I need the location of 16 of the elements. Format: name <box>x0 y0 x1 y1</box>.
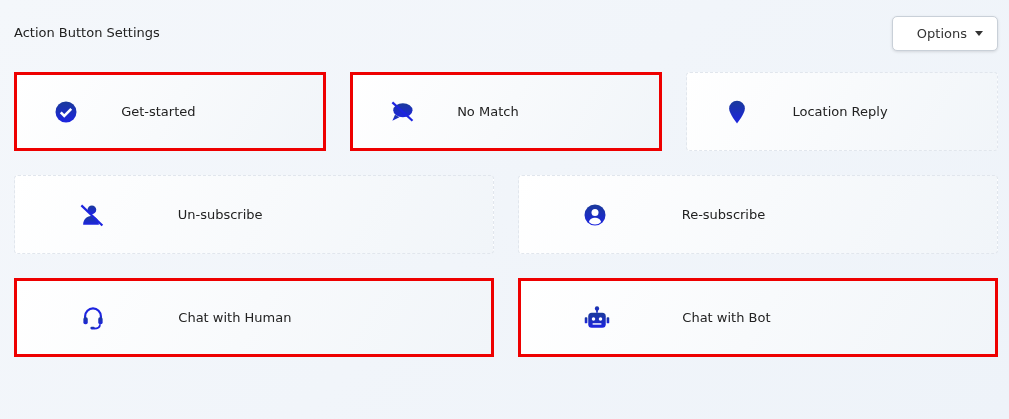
action-card[interactable]: Get-started <box>14 72 326 151</box>
action-card[interactable]: Chat with Human <box>14 278 494 357</box>
action-card[interactable]: No Match <box>350 72 662 151</box>
action-card[interactable]: Chat with Bot <box>518 278 998 357</box>
action-label: Get-started <box>120 104 197 119</box>
action-label: Chat with Human <box>177 310 293 325</box>
action-label: No Match <box>456 104 520 119</box>
action-card[interactable]: Re-subscribe <box>518 175 998 254</box>
action-label: Location Reply <box>791 104 889 119</box>
action-label: Chat with Bot <box>681 310 772 325</box>
action-card[interactable]: Location Reply <box>686 72 998 151</box>
action-label: Un-subscribe <box>176 207 264 222</box>
options-dropdown-button[interactable]: Options <box>891 16 998 51</box>
section-title: Action Button Settings <box>14 25 160 40</box>
action-label: Re-subscribe <box>680 207 767 222</box>
action-card[interactable]: Un-subscribe <box>14 175 494 254</box>
